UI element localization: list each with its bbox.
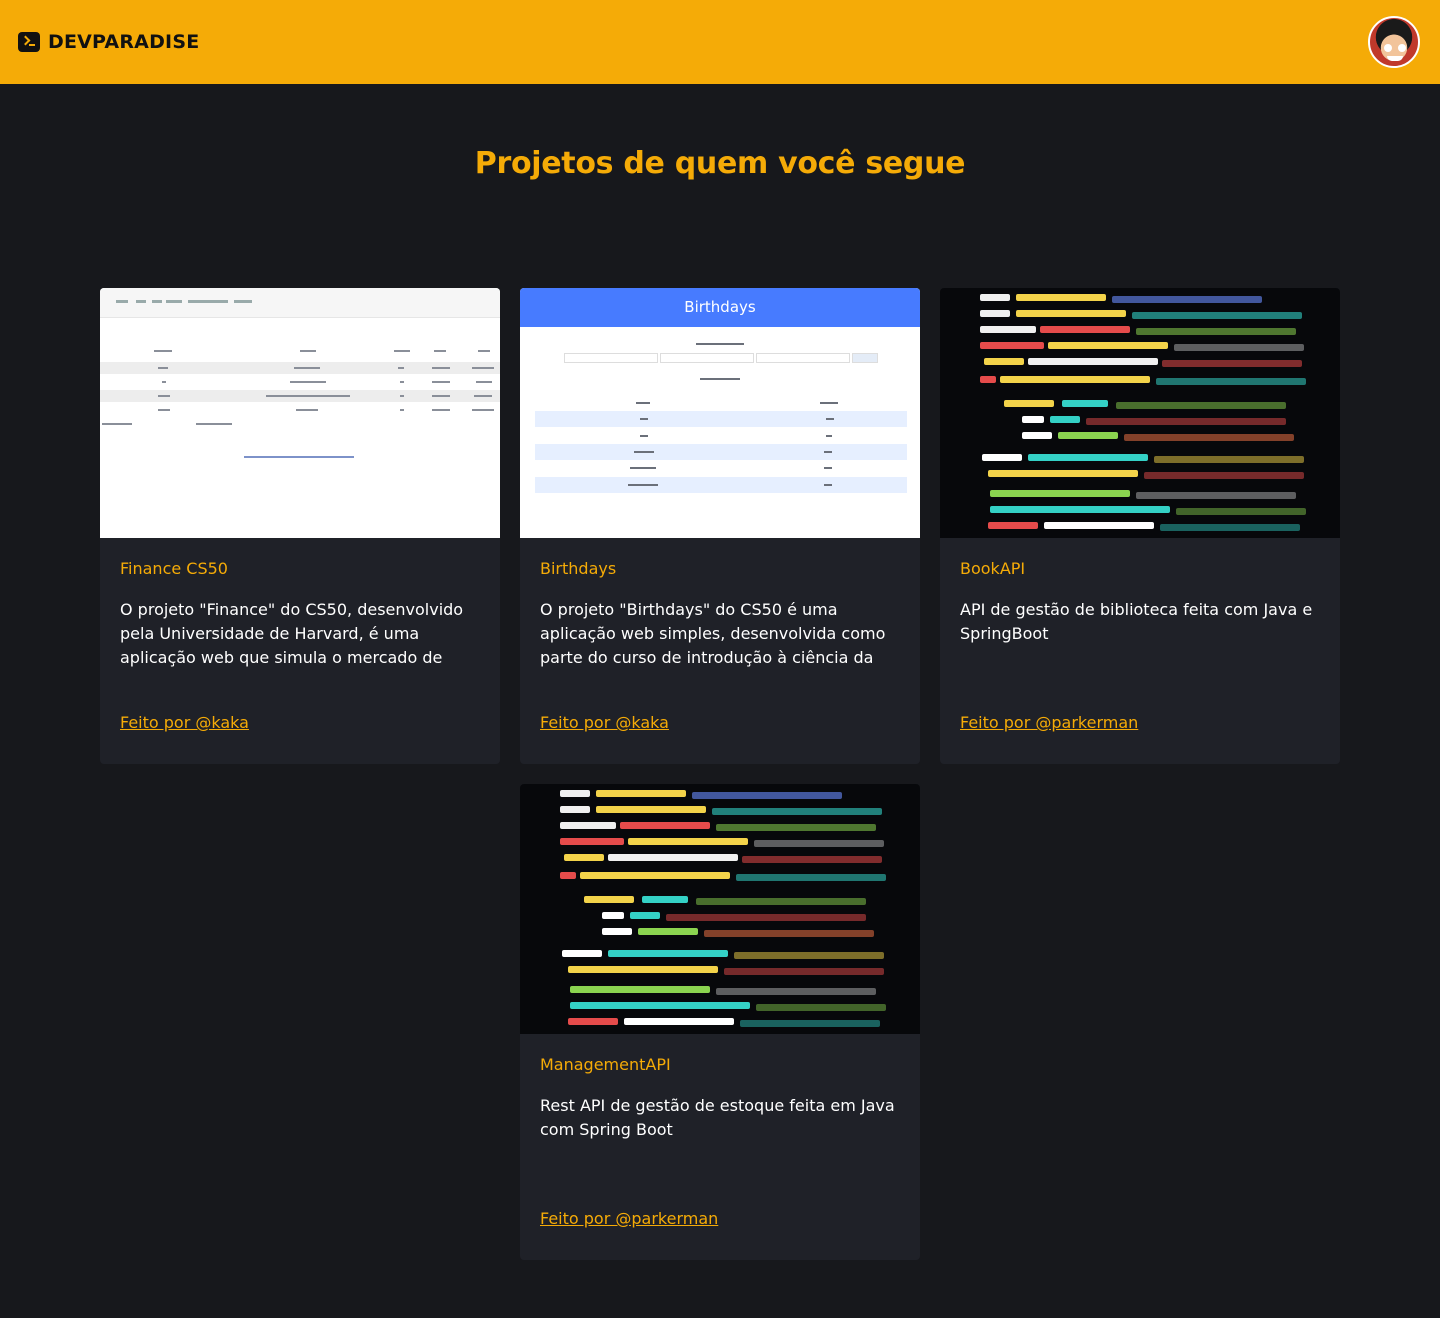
project-card-managementapi[interactable]: ManagementAPI Rest API de gestão de esto… — [520, 784, 920, 1260]
project-title: ManagementAPI — [540, 1055, 671, 1074]
brand-logo[interactable]: DEVPARADISE — [18, 31, 199, 53]
brand-name: DEVPARADISE — [48, 31, 200, 53]
page-title: Projetos de quem você segue — [474, 146, 966, 181]
project-title: Birthdays — [540, 559, 617, 578]
thumbnail-header: Birthdays — [520, 288, 920, 327]
project-description: O projeto "Birthdays" do CS50 é uma apli… — [540, 600, 886, 667]
project-card-birthdays[interactable]: Birthdays Birthdays O projeto "Birthdays… — [520, 288, 920, 764]
project-thumbnail: Birthdays — [520, 288, 920, 538]
user-avatar[interactable] — [1368, 16, 1420, 68]
project-thumbnail — [520, 784, 920, 1034]
project-description: Rest API de gestão de estoque feita em J… — [540, 1096, 895, 1139]
project-thumbnail — [100, 288, 500, 538]
project-card-bookapi[interactable]: BookAPI API de gestão de biblioteca feit… — [940, 288, 1340, 764]
project-author-link[interactable]: Feito por @kaka — [540, 713, 669, 732]
project-author-link[interactable]: Feito por @parkerman — [540, 1209, 718, 1228]
top-navbar: DEVPARADISE — [0, 0, 1440, 84]
terminal-icon — [18, 32, 40, 52]
project-thumbnail — [940, 288, 1340, 538]
project-author-link[interactable]: Feito por @parkerman — [960, 713, 1138, 732]
project-description: API de gestão de biblioteca feita com Ja… — [960, 600, 1313, 643]
project-title: Finance CS50 — [120, 559, 228, 578]
project-description: O projeto "Finance" do CS50, desenvolvid… — [120, 600, 464, 667]
project-title: BookAPI — [960, 559, 1026, 578]
project-author-link[interactable]: Feito por @kaka — [120, 713, 249, 732]
project-card-finance[interactable]: Finance CS50 O projeto "Finance" do CS50… — [100, 288, 500, 764]
